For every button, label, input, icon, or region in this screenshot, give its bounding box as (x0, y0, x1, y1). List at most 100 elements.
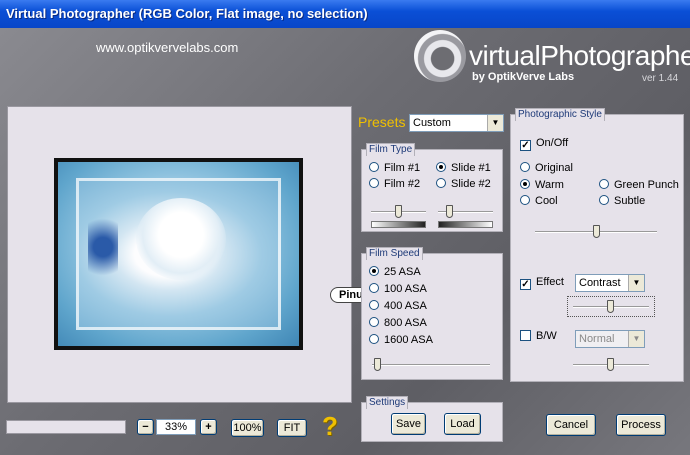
radio-cool[interactable]: Cool (520, 195, 558, 207)
chevron-down-icon: ▼ (628, 275, 644, 291)
load-label: Load (450, 418, 475, 430)
style-slider[interactable] (535, 225, 657, 238)
radio-100-asa[interactable]: 100 ASA (369, 283, 427, 295)
slider-thumb[interactable] (607, 300, 614, 313)
slider-thumb[interactable] (395, 205, 402, 218)
onoff-checkbox[interactable]: ✓ On/Off (520, 137, 568, 151)
photo-face (136, 198, 226, 280)
website-link[interactable]: www.optikvervelabs.com (96, 40, 238, 55)
version-label: ver 1.44 (642, 73, 679, 84)
radio-label: 100 ASA (384, 283, 427, 295)
radio-800-asa[interactable]: 800 ASA (369, 317, 427, 329)
slider-thumb[interactable] (446, 205, 453, 218)
help-icon[interactable]: ? (322, 411, 338, 442)
process-label: Process (621, 419, 661, 431)
slider-thumb[interactable] (593, 225, 600, 238)
cancel-button[interactable]: Cancel (546, 414, 596, 436)
zoom-100-button[interactable]: 100% (231, 419, 264, 437)
load-button[interactable]: Load (444, 413, 481, 435)
radio-slide-1[interactable]: Slide #1 (436, 162, 491, 174)
settings-group: Settings (361, 396, 503, 442)
radio-label: 25 ASA (384, 266, 421, 278)
radio-circle (599, 179, 609, 189)
film-speed-slider[interactable] (372, 358, 490, 371)
chevron-down-icon: ▼ (628, 331, 644, 347)
film-slider-2[interactable] (438, 205, 493, 218)
radio-circle (436, 178, 446, 188)
checkbox-box: ✓ (520, 140, 531, 151)
photographic-style-title: Photographic Style (515, 108, 605, 121)
save-label: Save (395, 418, 422, 430)
radio-label: Cool (535, 195, 558, 207)
radio-circle (369, 178, 379, 188)
film-type-title: Film Type (366, 143, 416, 156)
zoom-100-label: 100% (233, 422, 262, 434)
effect-dropdown[interactable]: Contrast ▼ (575, 274, 645, 292)
preview-photo-frame (54, 158, 303, 350)
radio-green-punch[interactable]: Green Punch (599, 179, 679, 191)
radio-label: Film #1 (384, 162, 421, 174)
logo-swirl-icon (414, 30, 466, 82)
window-title: Virtual Photographer (RGB Color, Flat im… (0, 0, 690, 28)
slider-thumb[interactable] (607, 358, 614, 371)
presets-label: Presets (358, 114, 406, 130)
zoom-out-button[interactable]: − (137, 419, 154, 435)
logo-title: virtualPhotographer (469, 40, 690, 71)
radio-label: Original (535, 162, 573, 174)
bw-slider[interactable] (573, 358, 649, 371)
zoom-fit-button[interactable]: FIT (277, 419, 307, 437)
effect-slider[interactable] (573, 300, 649, 313)
zoom-in-button[interactable]: + (200, 419, 217, 435)
image-preview[interactable] (7, 106, 352, 403)
bw-checkbox[interactable]: B/W (520, 330, 557, 342)
settings-title: Settings (366, 396, 409, 409)
radio-circle (436, 162, 446, 172)
radio-label: Warm (535, 179, 564, 191)
radio-original[interactable]: Original (520, 162, 573, 174)
radio-circle (369, 283, 379, 293)
effect-checkbox[interactable]: ✓ Effect (520, 276, 564, 290)
preview-photo (58, 162, 299, 346)
checkbox-label: On/Off (536, 137, 569, 149)
slider-thumb[interactable] (374, 358, 381, 371)
film-speed-group: Film Speed 25 ASA 100 ASA 400 ASA 800 AS… (361, 247, 503, 380)
radio-film-1[interactable]: Film #1 (369, 162, 420, 174)
checkbox-label: B/W (536, 330, 557, 342)
photo-flowers (88, 202, 118, 292)
process-button[interactable]: Process (616, 414, 666, 436)
radio-1600-asa[interactable]: 1600 ASA (369, 334, 433, 346)
logo-subtitle: by OptikVerve Labs (472, 71, 575, 83)
radio-slide-2[interactable]: Slide #2 (436, 178, 491, 190)
zoom-value: 33% (156, 419, 196, 435)
radio-circle (520, 162, 530, 172)
radio-film-2[interactable]: Film #2 (369, 178, 420, 190)
film-gradient-2 (438, 221, 493, 228)
zoom-fit-label: FIT (283, 422, 301, 434)
bw-dropdown[interactable]: Normal ▼ (575, 330, 645, 348)
film-type-group: Film Type Film #1 Slide #1 Film #2 Slide… (361, 143, 503, 232)
film-gradient-1 (371, 221, 426, 228)
zoom-out-label: − (142, 421, 149, 433)
radio-subtle[interactable]: Subtle (599, 195, 645, 207)
cancel-label: Cancel (553, 419, 589, 431)
radio-label: 400 ASA (384, 300, 427, 312)
radio-circle (520, 195, 530, 205)
radio-warm[interactable]: Warm (520, 179, 564, 191)
radio-label: 1600 ASA (384, 334, 433, 346)
film-slider-1[interactable] (371, 205, 426, 218)
save-button[interactable]: Save (391, 413, 426, 435)
zoom-in-label: + (205, 421, 212, 433)
radio-25-asa[interactable]: 25 ASA (369, 266, 421, 278)
radio-circle (599, 195, 609, 205)
progress-bar (6, 420, 126, 434)
radio-circle (520, 179, 530, 189)
radio-circle (369, 317, 379, 327)
presets-dropdown[interactable]: Custom ▼ (409, 114, 504, 132)
radio-400-asa[interactable]: 400 ASA (369, 300, 427, 312)
app-window: Virtual Photographer (RGB Color, Flat im… (0, 0, 690, 455)
photographic-style-group: Photographic Style ✓ On/Off Original Warm… (510, 108, 684, 382)
radio-circle (369, 334, 379, 344)
film-speed-title: Film Speed (366, 247, 423, 260)
radio-circle (369, 266, 379, 276)
radio-circle (369, 162, 379, 172)
